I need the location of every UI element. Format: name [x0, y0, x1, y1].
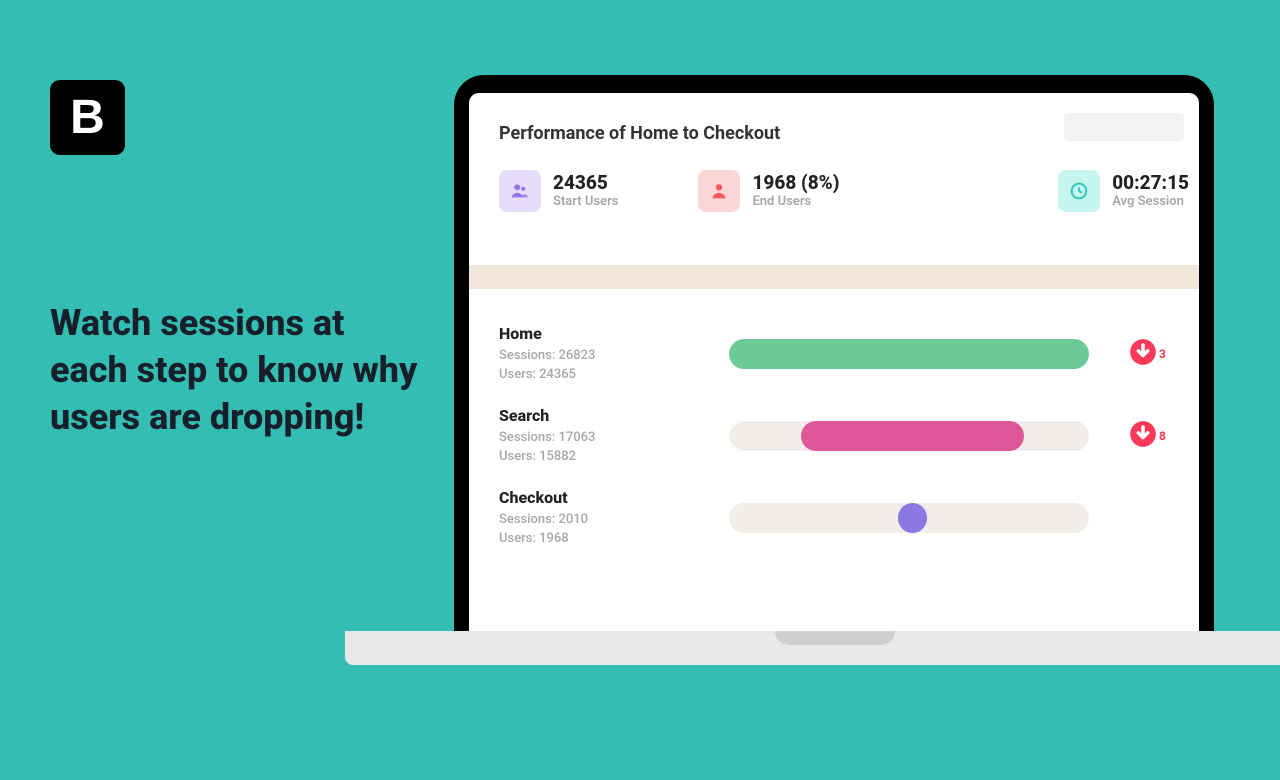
funnel-step-users: Users: 15882: [499, 448, 729, 467]
report-panel: Performance of Home to Checkout 24365 St…: [469, 93, 1199, 212]
funnel-bar-fill: [729, 339, 1089, 369]
funnel-bar-fill: [801, 421, 1024, 451]
arrow-down-circle-icon[interactable]: [1129, 338, 1157, 370]
funnel-step-name: Checkout: [499, 488, 729, 507]
kpi-end-label: End Users: [752, 194, 839, 209]
funnel-step-users: Users: 1968: [499, 530, 729, 549]
kpi-end-users: 1968 (8%) End Users: [698, 170, 839, 212]
laptop-base: [345, 631, 1280, 665]
kpi-start-label: Start Users: [553, 194, 618, 209]
kpi-start-value: 24365: [553, 173, 618, 194]
funnel-drop-value: 3: [1159, 347, 1166, 361]
kpi-row: 24365 Start Users 1968 (8%) End Users: [499, 170, 1189, 212]
funnel-step-sessions: Sessions: 2010: [499, 511, 729, 530]
kpi-end-value: 1968 (8%): [752, 173, 839, 194]
funnel-steps: Home Sessions: 26823 Users: 24365 3: [499, 313, 1189, 559]
kpi-avg-label: Avg Session: [1112, 194, 1189, 209]
kpi-avg-session: 00:27:15 Avg Session: [1058, 170, 1189, 212]
funnel-step-info: Checkout Sessions: 2010 Users: 1968: [499, 488, 729, 549]
funnel-step-sessions: Sessions: 17063: [499, 429, 729, 448]
funnel-step-name: Search: [499, 406, 729, 425]
laptop-notch: [775, 631, 895, 645]
funnel-step[interactable]: Home Sessions: 26823 Users: 24365 3: [499, 313, 1189, 395]
funnel-bar-track: [729, 503, 1089, 533]
laptop-screen: Performance of Home to Checkout 24365 St…: [469, 93, 1199, 635]
funnel-bar-track: [729, 421, 1089, 451]
funnel-step-info: Search Sessions: 17063 Users: 15882: [499, 406, 729, 467]
kpi-start-users: 24365 Start Users: [499, 170, 618, 212]
user-icon: [698, 170, 740, 212]
top-right-placeholder: [1064, 113, 1184, 141]
laptop-bezel: Performance of Home to Checkout 24365 St…: [454, 75, 1214, 635]
funnel-bar-track: [729, 339, 1089, 369]
separator-band: [469, 265, 1199, 289]
brand-logo-letter: B: [70, 90, 105, 145]
funnel-step-sessions: Sessions: 26823: [499, 347, 729, 366]
clock-icon: [1058, 170, 1100, 212]
funnel-step-info: Home Sessions: 26823 Users: 24365: [499, 324, 729, 385]
funnel-step[interactable]: Search Sessions: 17063 Users: 15882 8: [499, 395, 1189, 477]
funnel-step[interactable]: Checkout Sessions: 2010 Users: 1968: [499, 477, 1189, 559]
arrow-down-circle-icon[interactable]: [1129, 420, 1157, 452]
kpi-avg-value: 00:27:15: [1112, 173, 1189, 194]
funnel-drop-value: 8: [1159, 429, 1166, 443]
funnel-bar-fill: [898, 503, 927, 533]
funnel-step-users: Users: 24365: [499, 366, 729, 385]
laptop-mockup: Performance of Home to Checkout 24365 St…: [450, 75, 1220, 665]
funnel-step-name: Home: [499, 324, 729, 343]
users-group-icon: [499, 170, 541, 212]
marketing-headline: Watch sessions at each step to know why …: [50, 300, 420, 440]
brand-logo: B: [50, 80, 125, 155]
